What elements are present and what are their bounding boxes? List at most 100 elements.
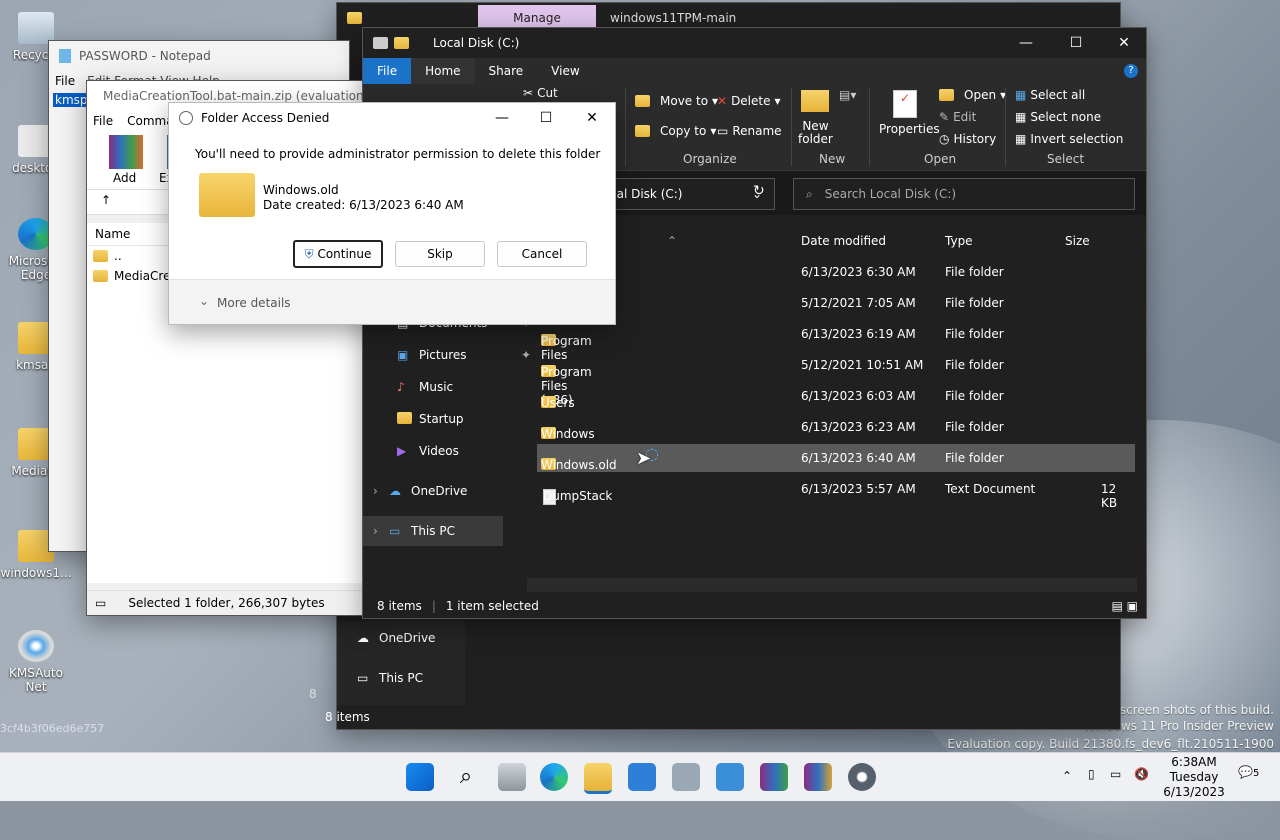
start-button[interactable] [406,763,434,791]
file-row-program-files[interactable]: Program Files 6/13/2023 6:19 AM File fol… [537,320,1135,362]
network-icon[interactable] [672,763,700,791]
col-type[interactable]: Type [945,226,1055,256]
col-date-modified[interactable]: Date modified [801,226,941,256]
explorer-status: 8 items | 1 item selected ▤ ▣ [363,594,1146,618]
network-tray-icon[interactable]: ▭ [1110,767,1121,781]
details-view-icon[interactable]: ▤ ▣ [1112,599,1139,613]
sort-arrow-icon: ⌃ [667,234,678,248]
file-row-dumpstack[interactable]: DumpStack 6/13/2023 5:57 AM Text Documen… [537,475,1135,510]
nav-onedrive[interactable]: › ☁ OneDrive [373,476,513,506]
continue-button[interactable]: ⛨ Continue [293,240,383,268]
folder-icon [199,173,255,217]
folder-icon [93,250,108,262]
nav-this-pc[interactable]: ▭ This PC [357,663,497,693]
refresh-icon[interactable]: ↻ [753,183,765,199]
rename-button[interactable]: ▭ Rename [717,124,782,138]
select-none-button[interactable]: ▦ Select none [1015,110,1101,124]
horizontal-scrollbar[interactable] [527,578,1137,592]
chevron-right-icon[interactable]: › [373,484,378,498]
history-button[interactable]: ◷ History [939,132,996,146]
tab-view[interactable]: View [537,58,593,84]
col-size[interactable]: Size [1065,226,1125,256]
nav-this-pc[interactable]: › ▭ This PC [363,516,503,546]
tab-file[interactable]: File [363,58,412,84]
onedrive-icon: ☁ [357,631,369,645]
folder-access-denied-dialog[interactable]: Folder Access Denied — ☐ ✕ You'll need t… [168,102,616,325]
file-row[interactable]: 5/12/2021 7:05 AM File folder [537,289,1135,317]
delete-x-icon: ✕ [717,94,728,108]
winrar-icon[interactable] [760,763,788,791]
new-folder-button[interactable]: New folder [798,120,833,146]
group-open: Open [924,152,957,166]
edge-icon[interactable] [540,763,568,791]
hash-text: 3cf4b3f06ed6e757 [0,722,105,735]
address-bar[interactable]: cal Disk (C:) ⌄ [603,178,775,210]
nav-onedrive[interactable]: ☁ OneDrive [357,623,497,653]
winrar-add-button[interactable]: Add [113,171,136,185]
dialog-maximize-button[interactable]: ☐ [523,103,569,133]
up-arrow-icon[interactable]: ↑ [101,193,111,207]
close-button[interactable]: ✕ [1101,28,1147,58]
nav-videos[interactable]: ▶ Videos [397,436,537,466]
dialog-minimize-button[interactable]: — [479,103,525,133]
properties-button[interactable]: Properties [879,122,940,136]
edit-button[interactable]: ✎ Edit [939,110,976,124]
search-input[interactable]: ⌕ Search Local Disk (C:) [793,178,1135,210]
dialog-titlebar[interactable]: Folder Access Denied — ☐ ✕ [169,103,615,133]
file-row-users[interactable]: Users 6/13/2023 6:03 AM File folder [537,382,1135,410]
nav-pictures[interactable]: ▣ Pictures ✦ [397,340,537,370]
desktop-icon-kmsauto[interactable]: KMSAuto Net [0,630,72,694]
dialog-folder-date: Date created: 6/13/2023 6:40 AM [263,198,464,212]
mail-icon[interactable] [628,763,656,791]
help-icon[interactable]: ? [1124,64,1138,78]
clock[interactable]: 6:38AM Tuesday 6/13/2023 [1162,755,1226,800]
file-row-program-files-x86[interactable]: Program Files (x86) 5/12/2021 10:51 AM F… [537,351,1135,407]
notepad-icon[interactable] [716,763,744,791]
nav-startup[interactable]: Startup [397,404,537,434]
file-row-windows-old[interactable]: Windows.old ◌ 6/13/2023 6:40 AM File fol… [537,444,1135,472]
nav-music[interactable]: ♪ Music [397,372,537,402]
file-row-windows[interactable]: Windows 6/13/2023 6:23 AM File folder [537,413,1135,441]
chevron-right-icon[interactable]: › [373,524,378,538]
winrar-menu-commands[interactable]: Comma [127,114,173,128]
notification-icon[interactable]: 💬5 [1238,765,1259,779]
cut-button[interactable]: ✂ Cut [523,86,558,100]
back-status-cut: 8 [309,687,317,701]
properties-icon: ✓ [893,90,917,118]
file-row[interactable]: 6/13/2023 6:30 AM File folder [537,258,1135,286]
maximize-button[interactable]: ☐ [1053,28,1099,58]
winrar-icon[interactable] [804,763,832,791]
notepad-selected-text[interactable]: kmsp [53,93,90,107]
select-all-button[interactable]: ▦ Select all [1015,88,1085,102]
open-button[interactable]: Open ▾ [939,88,1006,102]
tab-home[interactable]: Home [411,58,475,84]
tab-share[interactable]: Share [475,58,538,84]
move-to-button[interactable]: Move to ▾ [635,94,718,108]
notepad-menu-file[interactable]: File [55,74,75,88]
invert-selection-button[interactable]: ▦ Invert selection [1015,132,1123,146]
winrar-menu-file[interactable]: File [93,114,113,128]
new-item-icon[interactable]: ▤▾ [839,88,856,102]
dialog-close-button[interactable]: ✕ [569,103,615,133]
back-explorer-status: 8 items [325,705,1120,729]
speaker-muted-icon[interactable]: 🔇 [1134,767,1149,781]
copy-to-button[interactable]: Copy to ▾ [635,124,716,138]
back-explorer-title: windows11TPM-main [610,11,737,25]
notepad-titlebar[interactable]: PASSWORD - Notepad [49,41,349,71]
delete-button[interactable]: ✕ Delete ▾ [717,94,781,108]
minimize-button[interactable]: — [1003,28,1049,58]
settings-gear-icon[interactable] [848,763,876,791]
skip-button[interactable]: Skip [395,241,485,267]
dialog-footer: ⌄ More details [169,279,615,324]
group-new: New [819,152,846,166]
search-icon[interactable]: ⌕ [452,763,480,791]
task-view-icon[interactable] [498,763,526,791]
cancel-button[interactable]: Cancel [497,241,587,267]
explorer-titlebar[interactable]: Local Disk (C:) — ☐ ✕ [363,28,1146,58]
chevron-up-icon[interactable]: ⌃ [1062,769,1072,783]
tray-device-icon[interactable]: ▯ [1088,767,1095,781]
more-details-button[interactable]: More details [217,296,291,310]
chevron-down-icon[interactable]: ⌄ [199,294,209,308]
dialog-title: Folder Access Denied [201,111,330,125]
file-explorer-icon[interactable] [584,763,612,794]
